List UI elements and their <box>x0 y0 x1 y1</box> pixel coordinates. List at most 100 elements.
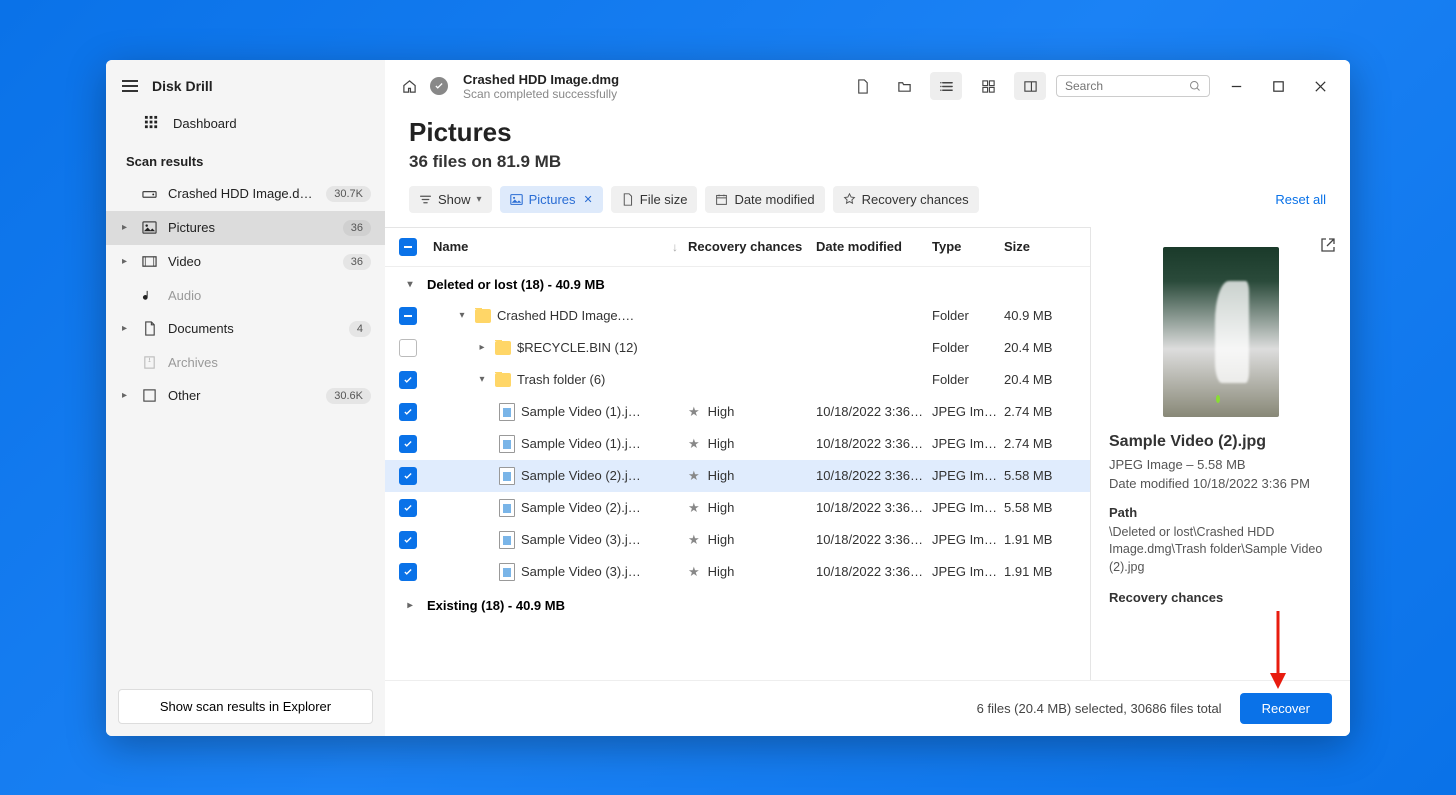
open-external-icon[interactable] <box>1320 237 1336 256</box>
column-recovery[interactable]: Recovery chances <box>688 239 816 254</box>
file-icon-button[interactable] <box>846 72 878 100</box>
filesize-filter[interactable]: File size <box>611 186 698 213</box>
menu-icon[interactable] <box>122 80 138 92</box>
maximize-button[interactable] <box>1262 72 1294 100</box>
grid-icon <box>144 115 159 133</box>
table-row[interactable]: Sample Video (3).j… ★High 10/18/2022 3:3… <box>385 556 1090 588</box>
column-date[interactable]: Date modified <box>816 239 932 254</box>
row-checkbox[interactable] <box>399 563 417 581</box>
star-icon: ★ <box>688 500 700 516</box>
group-deleted[interactable]: ▾ Deleted or lost (18) - 40.9 MB <box>385 267 1090 300</box>
list-view-button[interactable] <box>930 72 962 100</box>
sidebar-item-audio[interactable]: Audio <box>106 279 385 312</box>
star-icon <box>843 193 856 206</box>
pictures-filter[interactable]: Pictures ✕ <box>500 186 603 213</box>
table-header: Name↓ Recovery chances Date modified Typ… <box>385 228 1090 267</box>
sidebar: Disk Drill Dashboard Scan results Crashe… <box>106 60 385 736</box>
sidebar-item-archives[interactable]: Archives <box>106 346 385 379</box>
column-type[interactable]: Type <box>932 239 1004 254</box>
document-icon <box>621 193 634 206</box>
chevron-down-icon[interactable]: ▾ <box>455 310 469 321</box>
image-file-icon <box>499 531 515 549</box>
sidebar-item-disk[interactable]: Crashed HDD Image.d… 30.7K <box>106 177 385 211</box>
table-row[interactable]: Sample Video (1).j… ★High 10/18/2022 3:3… <box>385 428 1090 460</box>
table-row[interactable]: ▾Crashed HDD Image.… Folder 40.9 MB <box>385 300 1090 332</box>
star-icon: ★ <box>688 436 700 452</box>
sidebar-item-label: Dashboard <box>173 116 237 131</box>
star-icon: ★ <box>688 404 700 420</box>
toolbar-title: Crashed HDD Image.dmg <box>463 72 619 87</box>
home-icon[interactable] <box>399 76 419 96</box>
image-file-icon <box>499 435 515 453</box>
table-row[interactable]: Sample Video (2).j… ★High 10/18/2022 3:3… <box>385 460 1090 492</box>
row-checkbox[interactable] <box>399 307 417 325</box>
panel-view-button[interactable] <box>1014 72 1046 100</box>
minimize-button[interactable] <box>1220 72 1252 100</box>
row-checkbox[interactable] <box>399 467 417 485</box>
chevron-right-icon: ▸ <box>122 323 134 334</box>
folder-icon-button[interactable] <box>888 72 920 100</box>
sidebar-item-other[interactable]: ▸ Other 30.6K <box>106 379 385 413</box>
toolbar: Crashed HDD Image.dmg Scan completed suc… <box>385 60 1350 113</box>
preview-date: Date modified 10/18/2022 3:36 PM <box>1109 476 1332 491</box>
sidebar-item-documents[interactable]: ▸ Documents 4 <box>106 312 385 346</box>
folder-icon <box>495 341 511 355</box>
recovery-filter[interactable]: Recovery chances <box>833 186 979 213</box>
chevron-right-icon: ▸ <box>403 600 417 611</box>
row-checkbox[interactable] <box>399 499 417 517</box>
row-checkbox[interactable] <box>399 403 417 421</box>
table-row[interactable]: Sample Video (3).j… ★High 10/18/2022 3:3… <box>385 524 1090 556</box>
search-icon <box>1189 80 1201 92</box>
show-in-explorer-button[interactable]: Show scan results in Explorer <box>118 689 373 724</box>
star-icon: ★ <box>688 468 700 484</box>
close-button[interactable] <box>1304 72 1336 100</box>
table-row[interactable]: ▾Trash folder (6) Folder 20.4 MB <box>385 364 1090 396</box>
reset-all-link[interactable]: Reset all <box>1275 192 1326 207</box>
table-row[interactable]: Sample Video (1).j… ★High 10/18/2022 3:3… <box>385 396 1090 428</box>
search-input[interactable] <box>1056 75 1210 97</box>
footer: 6 files (20.4 MB) selected, 30686 files … <box>385 680 1350 736</box>
close-icon[interactable]: ✕ <box>584 193 593 206</box>
row-checkbox[interactable] <box>399 435 417 453</box>
preview-meta: JPEG Image – 5.58 MB <box>1109 457 1332 472</box>
calendar-icon <box>715 193 728 206</box>
sidebar-dashboard[interactable]: Dashboard <box>106 106 385 142</box>
main-area: Crashed HDD Image.dmg Scan completed suc… <box>385 60 1350 736</box>
sidebar-section-header: Scan results <box>106 142 385 177</box>
sidebar-item-pictures[interactable]: ▸ Pictures 36 <box>106 211 385 245</box>
preview-path: \Deleted or lost\Crashed HDD Image.dmg\T… <box>1109 524 1332 577</box>
group-existing[interactable]: ▸ Existing (18) - 40.9 MB <box>385 588 1090 621</box>
toolbar-subtitle: Scan completed successfully <box>463 87 619 101</box>
other-icon <box>140 388 158 403</box>
chevron-down-icon[interactable]: ▾ <box>475 374 489 385</box>
image-file-icon <box>499 467 515 485</box>
table-row[interactable]: ▸$RECYCLE.BIN (12) Folder 20.4 MB <box>385 332 1090 364</box>
image-file-icon <box>499 403 515 421</box>
recover-button[interactable]: Recover <box>1240 693 1332 724</box>
chevron-down-icon: ▾ <box>403 279 417 290</box>
chevron-right-icon: ▸ <box>122 256 134 267</box>
grid-view-button[interactable] <box>972 72 1004 100</box>
chevron-right-icon[interactable]: ▸ <box>475 342 489 353</box>
file-table: Name↓ Recovery chances Date modified Typ… <box>385 227 1090 680</box>
sidebar-item-video[interactable]: ▸ Video 36 <box>106 245 385 279</box>
column-name[interactable]: Name↓ <box>427 239 688 254</box>
row-checkbox[interactable] <box>399 531 417 549</box>
date-filter[interactable]: Date modified <box>705 186 824 213</box>
row-checkbox[interactable] <box>399 371 417 389</box>
page-subtitle: 36 files on 81.9 MB <box>409 152 1326 172</box>
app-name: Disk Drill <box>152 78 213 94</box>
show-filter[interactable]: Show ▾ <box>409 186 492 213</box>
audio-icon <box>140 288 158 303</box>
table-row[interactable]: Sample Video (2).j… ★High 10/18/2022 3:3… <box>385 492 1090 524</box>
picture-icon <box>140 220 158 235</box>
sort-arrow-icon: ↓ <box>672 240 678 254</box>
chevron-right-icon: ▸ <box>122 222 134 233</box>
row-checkbox[interactable] <box>399 339 417 357</box>
filter-icon <box>419 193 432 206</box>
star-icon: ★ <box>688 532 700 548</box>
preview-thumbnail <box>1163 247 1279 417</box>
select-all-checkbox[interactable] <box>399 238 417 256</box>
column-size[interactable]: Size <box>1004 239 1090 254</box>
image-file-icon <box>499 499 515 517</box>
